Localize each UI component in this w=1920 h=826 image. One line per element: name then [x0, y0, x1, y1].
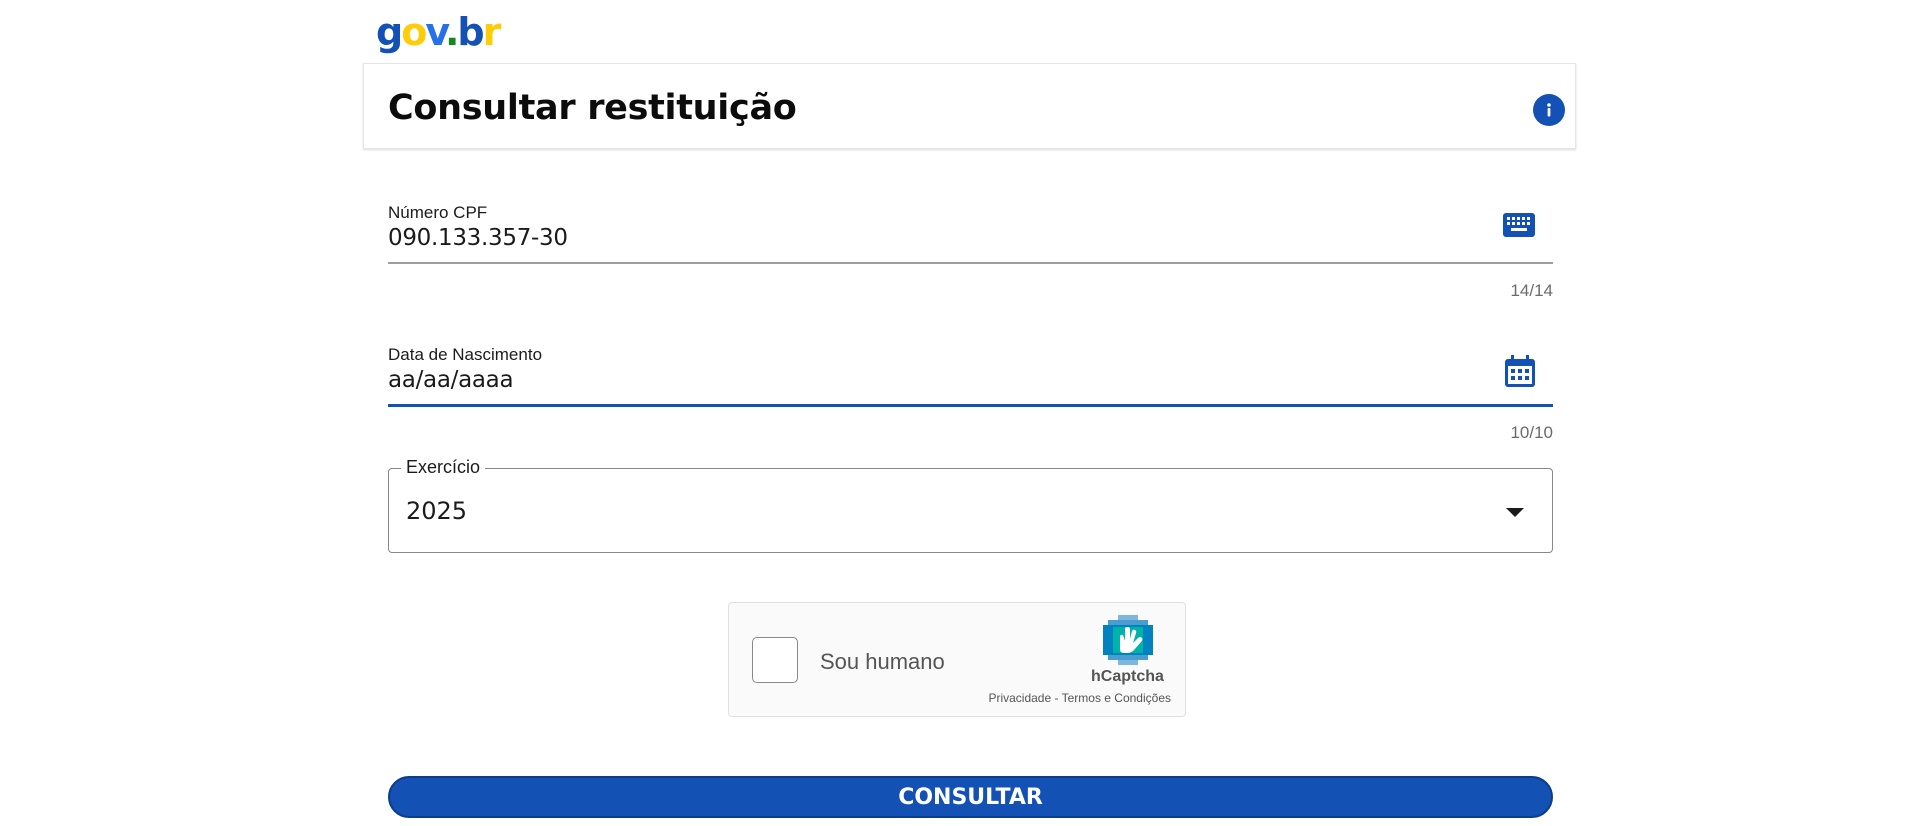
exercicio-select[interactable]: Exercício 2025 [388, 457, 1553, 553]
consultar-button[interactable]: CONSULTAR [388, 776, 1553, 818]
cpf-counter: 14/14 [1510, 281, 1553, 300]
calendar-button[interactable] [1505, 355, 1535, 392]
info-icon [1547, 103, 1551, 117]
cpf-label: Número CPF [388, 203, 488, 222]
captcha-label: Sou humano [820, 649, 945, 674]
keyboard-icon [1503, 213, 1535, 237]
birth-date-field[interactable]: Data de Nascimento aa/aa/aaaa 10/10 [388, 345, 1553, 442]
calendar-icon [1505, 355, 1535, 387]
caret-down-icon [1506, 508, 1524, 517]
terms-link[interactable]: Termos e Condições [1062, 691, 1171, 705]
birth-date-input[interactable]: aa/aa/aaaa [388, 367, 1553, 393]
exercicio-value: 2025 [406, 497, 468, 525]
header-card: Consultar restituição [363, 63, 1576, 149]
cpf-underline [388, 262, 1553, 264]
captcha-checkbox[interactable] [752, 637, 798, 683]
hcaptcha-widget: Sou humano hCaptcha Privacidade - Termos… [728, 602, 1186, 717]
privacy-link[interactable]: Privacidade [988, 691, 1051, 705]
page-title: Consultar restituição [388, 88, 797, 128]
cpf-input[interactable]: 090.133.357-30 [388, 225, 1553, 251]
hcaptcha-logo-icon [1103, 615, 1153, 665]
captcha-links: Privacidade - Termos e Condições [988, 691, 1171, 705]
gov-br-logo: gov.br [376, 10, 501, 54]
birth-date-label: Data de Nascimento [388, 345, 543, 364]
cpf-field[interactable]: Número CPF 090.133.357-30 14/14 [388, 203, 1553, 300]
hcaptcha-brand: hCaptcha [1091, 668, 1164, 685]
birth-date-counter: 10/10 [1510, 423, 1553, 442]
exercicio-label: Exercício [401, 457, 486, 478]
link-separator: - [1051, 691, 1062, 705]
info-button[interactable] [1533, 94, 1565, 126]
birth-date-underline [388, 404, 1553, 407]
keyboard-button[interactable] [1503, 213, 1535, 242]
